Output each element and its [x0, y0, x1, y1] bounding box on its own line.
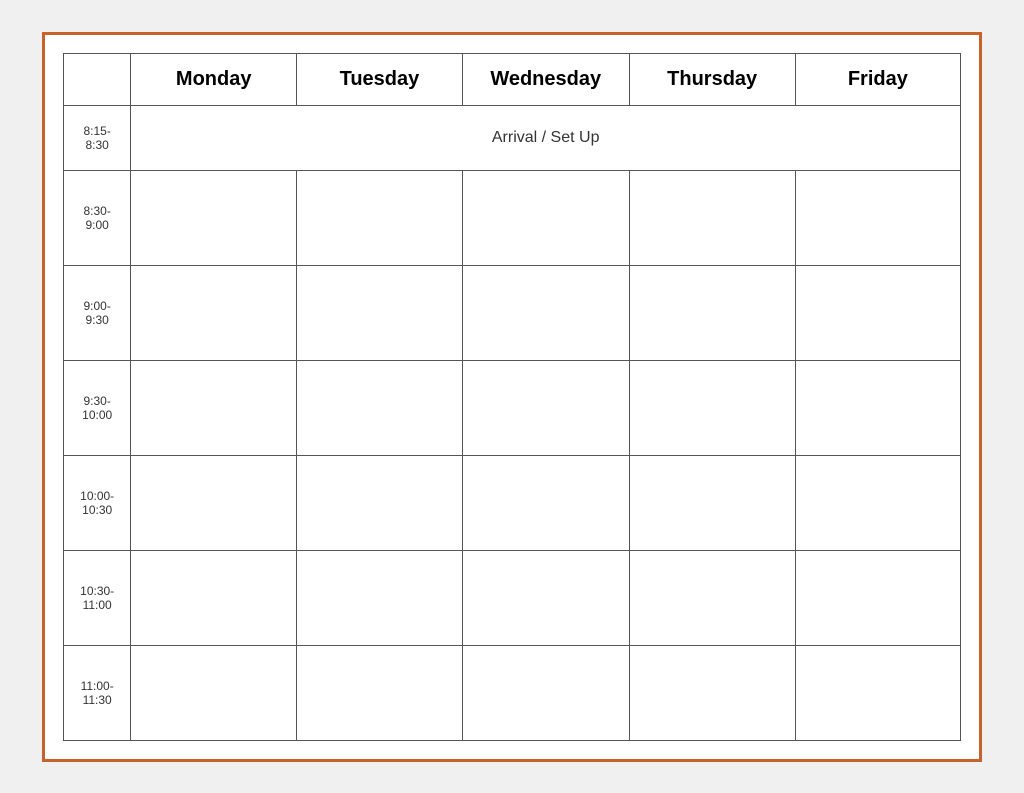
time-815-830: 8:15- 8:30 — [64, 105, 131, 170]
table-row: 11:00- 11:30 — [64, 645, 961, 740]
time-1000-1030: 10:00- 10:30 — [64, 455, 131, 550]
cell-fri-1000 — [795, 455, 960, 550]
cell-wed-830 — [462, 170, 629, 265]
cell-tue-900 — [297, 265, 463, 360]
cell-mon-900 — [131, 265, 297, 360]
cell-fri-1030 — [795, 550, 960, 645]
cell-fri-830 — [795, 170, 960, 265]
arrival-label: Arrival / Set Up — [131, 105, 961, 170]
cell-mon-1030 — [131, 550, 297, 645]
cell-mon-930 — [131, 360, 297, 455]
header-thursday: Thursday — [629, 53, 795, 105]
cell-tue-930 — [297, 360, 463, 455]
cell-mon-1000 — [131, 455, 297, 550]
header-row: Monday Tuesday Wednesday Thursday Friday — [64, 53, 961, 105]
cell-thu-930 — [629, 360, 795, 455]
table-row: 8:30- 9:00 — [64, 170, 961, 265]
header-wednesday: Wednesday — [462, 53, 629, 105]
cell-tue-1100 — [297, 645, 463, 740]
cell-thu-830 — [629, 170, 795, 265]
table-row: 10:00- 10:30 — [64, 455, 961, 550]
table-row: 10:30- 11:00 — [64, 550, 961, 645]
cell-thu-1100 — [629, 645, 795, 740]
header-time-col — [64, 53, 131, 105]
cell-tue-1000 — [297, 455, 463, 550]
time-1030-1100: 10:30- 11:00 — [64, 550, 131, 645]
arrival-row: 8:15- 8:30 Arrival / Set Up — [64, 105, 961, 170]
cell-wed-900 — [462, 265, 629, 360]
cell-tue-830 — [297, 170, 463, 265]
cell-thu-1000 — [629, 455, 795, 550]
cell-fri-1100 — [795, 645, 960, 740]
cell-wed-930 — [462, 360, 629, 455]
time-900-930: 9:00- 9:30 — [64, 265, 131, 360]
cell-wed-1100 — [462, 645, 629, 740]
cell-fri-930 — [795, 360, 960, 455]
time-830-900: 8:30- 9:00 — [64, 170, 131, 265]
page-container: Monday Tuesday Wednesday Thursday Friday… — [42, 32, 982, 762]
cell-thu-1030 — [629, 550, 795, 645]
header-tuesday: Tuesday — [297, 53, 463, 105]
cell-mon-1100 — [131, 645, 297, 740]
schedule-table: Monday Tuesday Wednesday Thursday Friday… — [63, 53, 961, 741]
cell-fri-900 — [795, 265, 960, 360]
table-row: 9:00- 9:30 — [64, 265, 961, 360]
cell-wed-1030 — [462, 550, 629, 645]
table-row: 9:30- 10:00 — [64, 360, 961, 455]
time-930-1000: 9:30- 10:00 — [64, 360, 131, 455]
header-friday: Friday — [795, 53, 960, 105]
cell-tue-1030 — [297, 550, 463, 645]
cell-wed-1000 — [462, 455, 629, 550]
cell-mon-830 — [131, 170, 297, 265]
header-monday: Monday — [131, 53, 297, 105]
time-1100-1130: 11:00- 11:30 — [64, 645, 131, 740]
cell-thu-900 — [629, 265, 795, 360]
